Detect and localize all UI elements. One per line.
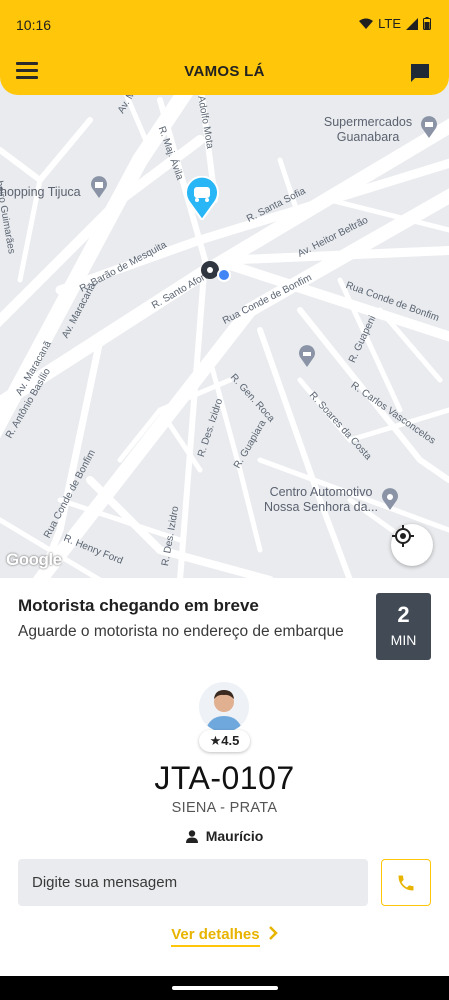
map-view[interactable]: Av. Maracanã R. Maj. Ávila Adolfo Mota R…: [0, 80, 449, 580]
trip-status-subtitle: Aguarde o motorista no endereço de embar…: [18, 623, 344, 640]
network-label: LTE: [378, 16, 401, 31]
driver-avatar[interactable]: [199, 682, 249, 732]
user-location-icon: [217, 268, 231, 282]
poi-pin-icon: [382, 488, 398, 510]
app-header: 10:16 LTE VAMOS LÁ: [0, 0, 449, 95]
status-bar: 10:16 LTE: [0, 0, 449, 50]
car-pin-icon[interactable]: [185, 176, 219, 220]
hotel-icon: [299, 345, 315, 367]
locate-icon: [392, 525, 414, 547]
system-nav-bar: [0, 976, 449, 1000]
wifi-icon: [359, 18, 374, 29]
home-handle[interactable]: [172, 986, 278, 990]
status-time: 10:16: [16, 17, 52, 33]
details-link[interactable]: Ver detalhes: [0, 926, 449, 947]
poi-label: Supermercados Guanabara: [323, 115, 413, 144]
phone-icon: [398, 875, 414, 890]
poi-label: Centro Automotivo Nossa Senhora da...: [264, 485, 378, 514]
eta-unit: MIN: [390, 632, 417, 648]
vehicle-plate: JTA-0107: [154, 760, 295, 796]
eta-value: 2: [397, 602, 410, 627]
driver-rating: ★4.5: [199, 730, 250, 752]
signal-icon: [406, 17, 418, 30]
status-icons: LTE: [359, 16, 431, 31]
call-button[interactable]: [381, 859, 431, 906]
google-logo: Google: [6, 550, 62, 569]
chat-icon[interactable]: [409, 62, 431, 84]
locate-button[interactable]: [391, 524, 433, 566]
shopping-cart-icon: [421, 116, 437, 138]
driver-name-row: Maurício: [0, 828, 449, 844]
eta-badge: 2 MIN: [376, 593, 431, 660]
page-title: VAMOS LÁ: [184, 63, 265, 80]
person-icon: [185, 830, 198, 843]
details-link-label[interactable]: Ver detalhes: [171, 926, 260, 947]
vehicle-model: SIENA - PRATA: [171, 800, 278, 816]
trip-sheet: Motorista chegando em breve Aguarde o mo…: [0, 578, 449, 978]
star-icon: ★: [209, 733, 222, 748]
poi-label: hopping Tijuca: [0, 185, 81, 199]
message-input[interactable]: [18, 859, 368, 906]
battery-icon: [423, 17, 431, 30]
shopping-bag-icon: [91, 176, 107, 198]
chevron-right-icon: [268, 926, 278, 940]
driver-name: Maurício: [205, 828, 264, 844]
trip-status-title: Motorista chegando em breve: [18, 596, 259, 615]
